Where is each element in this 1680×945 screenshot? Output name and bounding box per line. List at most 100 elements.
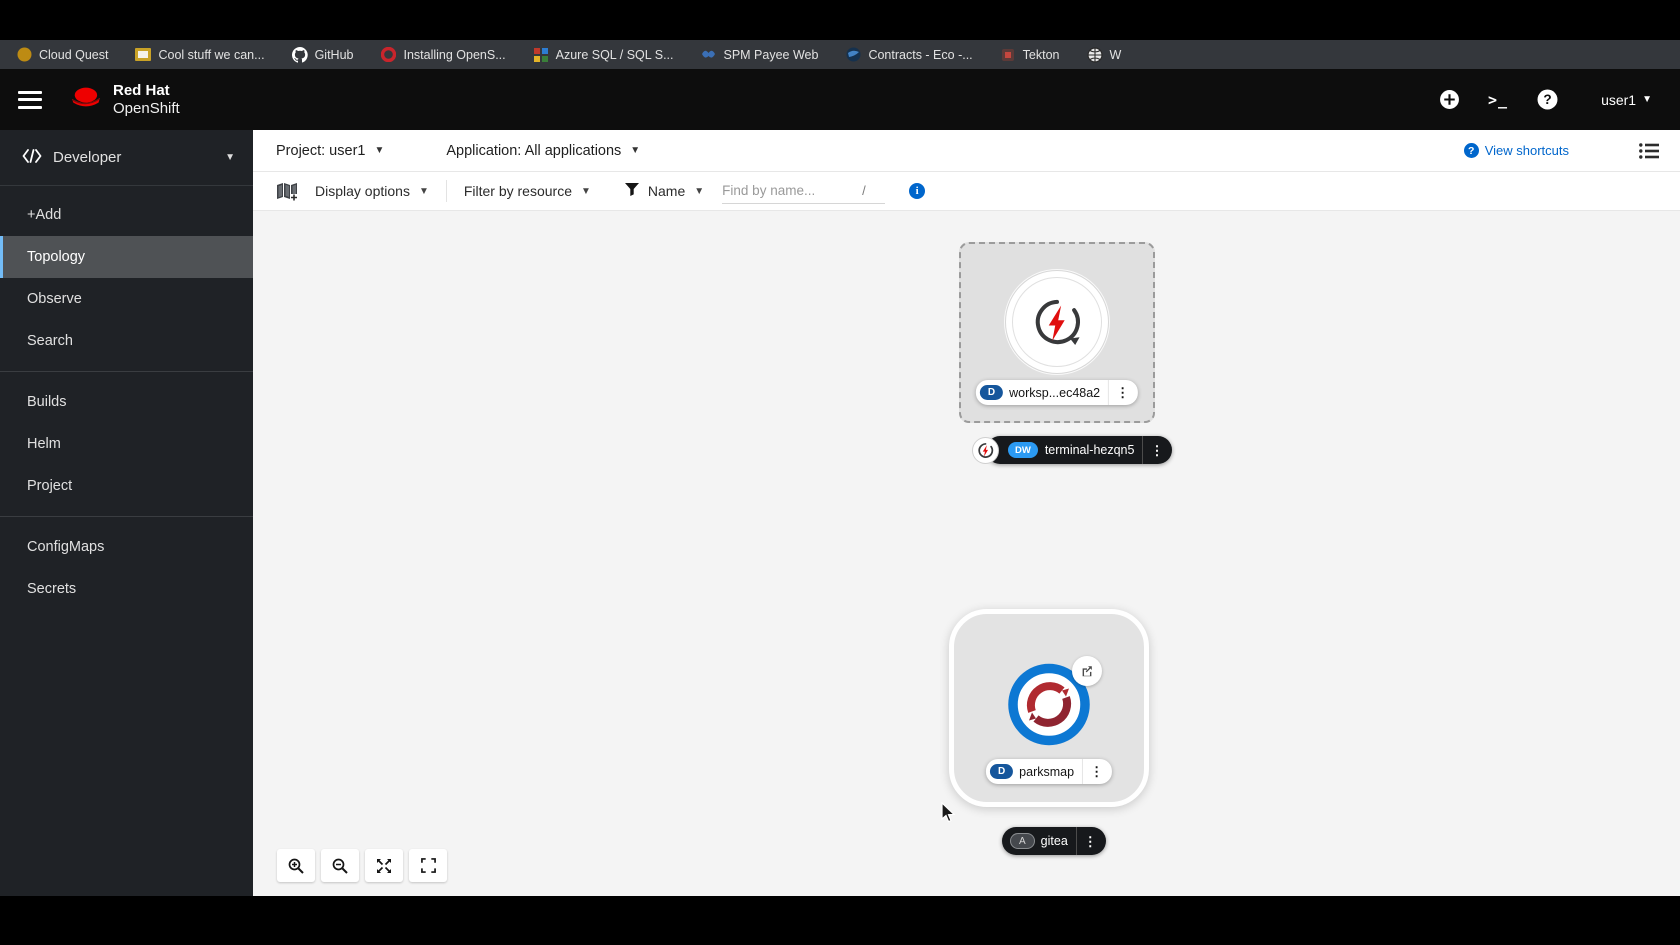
parksmap-node-label[interactable]: D parksmap ⋮ — [985, 759, 1113, 784]
bookmark-cloud-quest[interactable]: Cloud Quest — [16, 47, 108, 63]
sidebar-divider — [0, 371, 253, 372]
main-content: Project: user1 ▼ Application: All applic… — [253, 130, 1680, 896]
sidebar-divider — [0, 516, 253, 517]
toolbar-divider — [445, 180, 447, 202]
slides-icon — [135, 47, 152, 63]
svg-text:?: ? — [1543, 92, 1551, 107]
gitea-group-label[interactable]: A gitea ⋮ — [1002, 827, 1106, 855]
application-selector[interactable]: Application: All applications ▼ — [446, 143, 640, 159]
caret-down-icon: ▼ — [1642, 94, 1652, 105]
zoom-in-button[interactable] — [277, 849, 315, 882]
context-selector-bar: Project: user1 ▼ Application: All applic… — [253, 130, 1680, 172]
bookmark-github[interactable]: GitHub — [291, 46, 353, 63]
bookmark-spm-payee-web[interactable]: SPM Payee Web — [701, 47, 818, 63]
workspace-node-name: worksp...ec48a2 — [1009, 385, 1101, 400]
brand-line1: Red Hat — [113, 82, 170, 100]
caret-down-icon: ▼ — [630, 145, 641, 156]
resource-badge-deployment: D — [979, 385, 1004, 400]
masthead: Red Hat OpenShift >_ ? user1 ▼ — [0, 69, 1680, 130]
color-grid-icon — [533, 47, 549, 63]
project-selector[interactable]: Project: user1 ▼ — [276, 143, 384, 159]
caret-down-icon: ▼ — [581, 185, 591, 197]
find-by-name-input[interactable] — [722, 183, 853, 198]
sidebar-item-configmaps[interactable]: ConfigMaps — [0, 526, 253, 568]
caret-down-icon: ▼ — [418, 185, 429, 197]
bookmark-azure-sql[interactable]: Azure SQL / SQL S... — [533, 47, 674, 63]
globe-icon — [1086, 46, 1103, 63]
sidebar-item-topology[interactable]: Topology — [0, 236, 253, 278]
user-name: user1 — [1601, 91, 1637, 108]
topology-canvas[interactable]: D worksp...ec48a2 ⋮ DW terminal-hezqn5 ⋮ — [253, 211, 1680, 896]
user-menu[interactable]: user1 ▼ — [1601, 92, 1652, 108]
browser-bookmarks-bar: Cloud Quest Cool stuff we can... GitHub … — [0, 40, 1680, 69]
sidebar-item-add[interactable]: +Add — [0, 194, 253, 236]
terminal-node-name: terminal-hezqn5 — [1044, 443, 1135, 457]
perspective-label: Developer — [53, 149, 122, 166]
bookmark-cool-stuff[interactable]: Cool stuff we can... — [135, 47, 265, 63]
openshift-ring-icon — [380, 47, 396, 63]
shortcut-hint: / — [862, 183, 866, 198]
mouse-cursor — [941, 801, 957, 829]
github-icon — [291, 46, 308, 63]
workspace-node-label[interactable]: D worksp...ec48a2 ⋮ — [975, 380, 1139, 405]
bookmark-w[interactable]: W — [1086, 46, 1121, 63]
bookmark-installing-openshift[interactable]: Installing OpenS... — [380, 47, 506, 63]
caret-down-icon: ▼ — [694, 185, 705, 197]
parksmap-node-name: parksmap — [1019, 764, 1075, 779]
sidebar-nav: +Add Topology Observe Search Builds Helm… — [0, 186, 253, 610]
kebab-menu-icon[interactable]: ⋮ — [1142, 436, 1168, 464]
brand-line2: OpenShift — [113, 99, 180, 117]
nav-toggle-icon[interactable] — [18, 90, 42, 109]
sidebar-item-project[interactable]: Project — [0, 465, 253, 507]
blue-app-icon — [701, 47, 717, 63]
resource-badge-deployment: D — [989, 764, 1014, 779]
node-terminal[interactable]: DW terminal-hezqn5 ⋮ — [972, 436, 1173, 464]
filter-by-resource-dropdown[interactable]: Filter by resource ▼ — [464, 183, 591, 199]
display-options-dropdown[interactable]: Display options ▼ — [315, 183, 429, 199]
perspective-switcher[interactable]: Developer ▼ — [0, 130, 253, 186]
brand-logo[interactable]: Red Hat OpenShift — [66, 82, 180, 117]
node-workspace[interactable]: D worksp...ec48a2 ⋮ — [959, 242, 1155, 423]
sidebar-item-secrets[interactable]: Secrets — [0, 568, 253, 610]
open-url-decorator[interactable] — [1072, 656, 1102, 686]
sidebar-item-builds[interactable]: Builds — [0, 381, 253, 423]
bookmark-tekton[interactable]: Tekton — [1000, 47, 1060, 63]
sidebar-item-search[interactable]: Search — [0, 320, 253, 362]
code-icon — [22, 148, 42, 167]
kebab-menu-icon[interactable]: ⋮ — [1108, 380, 1134, 405]
fit-to-screen-button[interactable] — [365, 849, 403, 882]
gitea-group-name: gitea — [1040, 834, 1068, 848]
devworkspace-icon[interactable] — [1005, 270, 1109, 374]
kebab-menu-icon[interactable]: ⋮ — [1075, 827, 1102, 855]
fullscreen-button[interactable] — [409, 849, 447, 882]
sidebar: Developer ▼ +Add Topology Observe Search… — [0, 130, 253, 896]
application-badge: A — [1010, 833, 1035, 849]
sidebar-item-helm[interactable]: Helm — [0, 423, 253, 465]
name-filter-dropdown[interactable]: Name ▼ — [624, 183, 705, 199]
canvas-controls — [277, 849, 447, 882]
bookmark-contracts-eco[interactable]: Contracts - Eco -... — [845, 47, 973, 63]
quick-create-icon[interactable] — [1438, 89, 1460, 111]
dark-globe-icon — [845, 47, 861, 63]
terminal-node-label[interactable]: DW terminal-hezqn5 ⋮ — [986, 436, 1173, 464]
node-parksmap-group[interactable]: D parksmap ⋮ — [949, 609, 1149, 807]
resource-badge-devworkspace: DW — [1008, 442, 1038, 458]
info-icon[interactable]: i — [909, 183, 926, 199]
chevron-down-icon: ▼ — [225, 152, 235, 163]
gold-circle-icon — [16, 47, 32, 63]
filter-funnel-icon — [624, 183, 639, 199]
question-circle-icon: ? — [1463, 143, 1479, 158]
tekton-icon — [1000, 47, 1016, 63]
find-by-name-field: / — [722, 178, 886, 204]
kebab-menu-icon[interactable]: ⋮ — [1082, 759, 1108, 784]
export-application-icon[interactable] — [276, 182, 298, 201]
web-terminal-icon[interactable]: >_ — [1487, 89, 1509, 111]
help-icon[interactable]: ? — [1536, 89, 1558, 111]
sidebar-item-observe[interactable]: Observe — [0, 278, 253, 320]
caret-down-icon: ▼ — [374, 145, 385, 156]
list-view-toggle-icon[interactable] — [1639, 142, 1659, 159]
devworkspace-mini-icon[interactable] — [972, 437, 999, 464]
zoom-out-button[interactable] — [321, 849, 359, 882]
redhat-fedora-icon — [66, 83, 104, 116]
view-shortcuts-link[interactable]: ? View shortcuts — [1463, 143, 1569, 158]
